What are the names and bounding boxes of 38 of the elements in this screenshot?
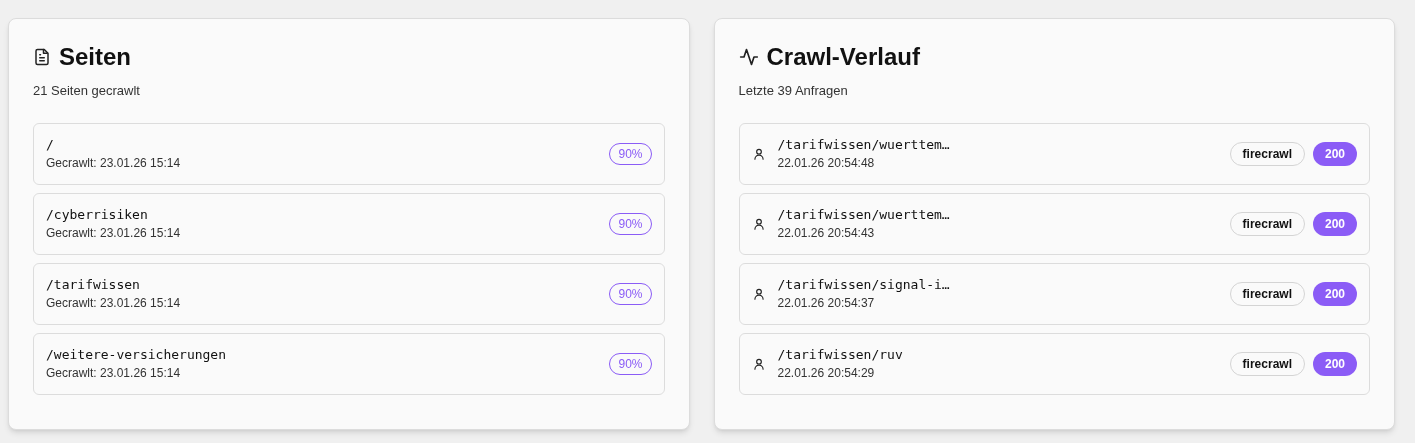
panel-title: Crawl-Verlauf xyxy=(766,42,920,72)
page-path: /tarifwissen xyxy=(46,275,141,294)
page-path: /weitere-versicherungen xyxy=(46,345,226,364)
status-badge: 200 xyxy=(1312,141,1357,166)
user-icon xyxy=(751,216,766,231)
user-icon xyxy=(751,146,766,161)
request-time: 22.01.26 20:54:48 xyxy=(777,155,876,173)
page-path: / xyxy=(46,135,55,154)
request-row[interactable]: /tarifwissen/wuerttem… 22.01.26 20:54:43 firecrawl 200 xyxy=(738,192,1370,255)
request-path: /tarifwissen/signal-i… xyxy=(777,275,950,294)
user-icon xyxy=(751,286,766,301)
panel-subtitle: Letzte 39 Anfragen xyxy=(738,82,849,100)
page-row[interactable]: /tarifwissen Gecrawlt: 23.01.26 15:14 90% xyxy=(33,262,665,325)
request-path: /tarifwissen/wuerttem… xyxy=(777,205,950,224)
request-time: 22.01.26 20:54:29 xyxy=(777,365,876,383)
page-row[interactable]: /cyberrisiken Gecrawlt: 23.01.26 15:14 90% xyxy=(33,192,665,255)
request-path: /tarifwissen/wuerttem… xyxy=(777,135,950,154)
page-row[interactable]: /weitere-versicherungen Gecrawlt: 23.01.26 15:14 90% xyxy=(33,332,665,395)
crawl-date: Gecrawlt: 23.01.26 15:14 xyxy=(46,225,181,243)
status-badge: 200 xyxy=(1312,351,1357,376)
panel-subtitle: 21 Seiten gecrawlt xyxy=(33,82,141,100)
crawl-date: Gecrawlt: 23.01.26 15:14 xyxy=(46,155,181,173)
status-badge: 200 xyxy=(1312,281,1357,306)
page-row[interactable]: / Gecrawlt: 23.01.26 15:14 90% xyxy=(33,122,665,185)
panel-title: Seiten xyxy=(59,42,132,72)
activity-icon xyxy=(738,47,759,67)
status-badge: 200 xyxy=(1312,211,1357,236)
request-row[interactable]: /tarifwissen/ruv 22.01.26 20:54:29 firecrawl 200 xyxy=(738,332,1370,395)
user-icon xyxy=(751,356,766,371)
request-path: /tarifwissen/ruv xyxy=(777,345,903,364)
crawl-date: Gecrawlt: 23.01.26 15:14 xyxy=(46,295,181,313)
document-icon xyxy=(33,47,51,67)
request-row[interactable]: /tarifwissen/signal-i… 22.01.26 20:54:37 firecrawl 200 xyxy=(738,262,1370,325)
crawl-date: Gecrawlt: 23.01.26 15:14 xyxy=(46,365,182,383)
request-time: 22.01.26 20:54:43 xyxy=(777,225,876,243)
page-path: /cyberrisiken xyxy=(46,205,149,224)
request-time: 22.01.26 20:54:37 xyxy=(777,295,876,313)
request-row[interactable]: /tarifwissen/wuerttem… 22.01.26 20:54:48 firecrawl 200 xyxy=(738,122,1370,185)
